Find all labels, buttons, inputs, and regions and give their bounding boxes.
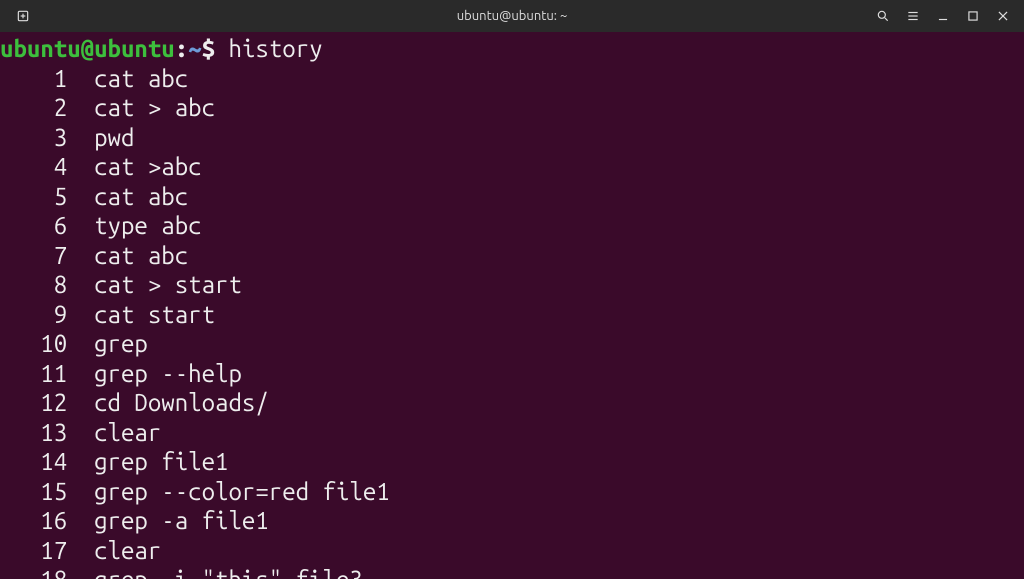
history-row: 10 grep — [0, 329, 1024, 359]
history-row: 6 type abc — [0, 211, 1024, 241]
history-number: 6 — [0, 211, 67, 241]
prompt-path: ~ — [188, 35, 201, 62]
history-command: cat >abc — [94, 153, 202, 180]
history-row: 17 clear — [0, 536, 1024, 566]
history-row: 3 pwd — [0, 123, 1024, 153]
history-number: 16 — [0, 506, 67, 536]
history-command: clear — [94, 537, 161, 564]
history-row: 18 grep -i "this" file3 — [0, 565, 1024, 579]
history-row: 9 cat start — [0, 300, 1024, 330]
history-number: 10 — [0, 329, 67, 359]
history-row: 16 grep -a file1 — [0, 506, 1024, 536]
history-command: pwd — [94, 124, 134, 151]
history-command: cat start — [94, 301, 215, 328]
history-row: 13 clear — [0, 418, 1024, 448]
history-number: 3 — [0, 123, 67, 153]
history-number: 5 — [0, 182, 67, 212]
new-tab-button[interactable] — [10, 3, 36, 29]
history-row: 4 cat >abc — [0, 152, 1024, 182]
history-row: 7 cat abc — [0, 241, 1024, 271]
history-number: 4 — [0, 152, 67, 182]
history-row: 2 cat > abc — [0, 93, 1024, 123]
history-command: grep -a file1 — [94, 507, 269, 534]
window-titlebar: ubuntu@ubuntu: ~ — [0, 0, 1024, 32]
history-command: grep --color=red file1 — [94, 478, 390, 505]
hamburger-menu-button[interactable] — [900, 3, 926, 29]
history-row: 1 cat abc — [0, 64, 1024, 94]
history-number: 11 — [0, 359, 67, 389]
history-number: 14 — [0, 447, 67, 477]
history-number: 9 — [0, 300, 67, 330]
history-command: grep file1 — [94, 448, 228, 475]
history-row: 8 cat > start — [0, 270, 1024, 300]
history-row: 15 grep --color=red file1 — [0, 477, 1024, 507]
history-row: 11 grep --help — [0, 359, 1024, 389]
history-number: 15 — [0, 477, 67, 507]
window-title: ubuntu@ubuntu: ~ — [200, 9, 824, 23]
history-row: 14 grep file1 — [0, 447, 1024, 477]
history-command: cd Downloads/ — [94, 389, 269, 416]
history-command: grep -i "this" file3 — [94, 566, 363, 579]
prompt-symbol: $ — [202, 35, 215, 62]
history-command: cat abc — [94, 183, 188, 210]
history-number: 7 — [0, 241, 67, 271]
history-command: type abc — [94, 212, 202, 239]
history-command: cat > abc — [94, 94, 215, 121]
history-number: 18 — [0, 565, 67, 579]
history-number: 1 — [0, 64, 67, 94]
history-command: clear — [94, 419, 161, 446]
terminal-viewport[interactable]: ubuntu@ubuntu:~$ history 1 cat abc2 cat … — [0, 32, 1024, 579]
maximize-button[interactable] — [960, 3, 986, 29]
history-row: 5 cat abc — [0, 182, 1024, 212]
history-number: 13 — [0, 418, 67, 448]
prompt-user-host: ubuntu@ubuntu — [0, 35, 175, 62]
history-command: grep --help — [94, 360, 242, 387]
minimize-button[interactable] — [930, 3, 956, 29]
history-number: 12 — [0, 388, 67, 418]
history-command: cat abc — [94, 65, 188, 92]
prompt-separator: : — [175, 35, 188, 62]
history-row: 12 cd Downloads/ — [0, 388, 1024, 418]
history-output: 1 cat abc2 cat > abc3 pwd4 cat >abc5 cat… — [0, 64, 1024, 579]
search-button[interactable] — [870, 3, 896, 29]
history-command: cat > start — [94, 271, 242, 298]
history-command: grep — [94, 330, 148, 357]
close-button[interactable] — [990, 3, 1016, 29]
history-number: 2 — [0, 93, 67, 123]
entered-command: history — [229, 35, 323, 62]
history-number: 8 — [0, 270, 67, 300]
history-number: 17 — [0, 536, 67, 566]
history-command: cat abc — [94, 242, 188, 269]
